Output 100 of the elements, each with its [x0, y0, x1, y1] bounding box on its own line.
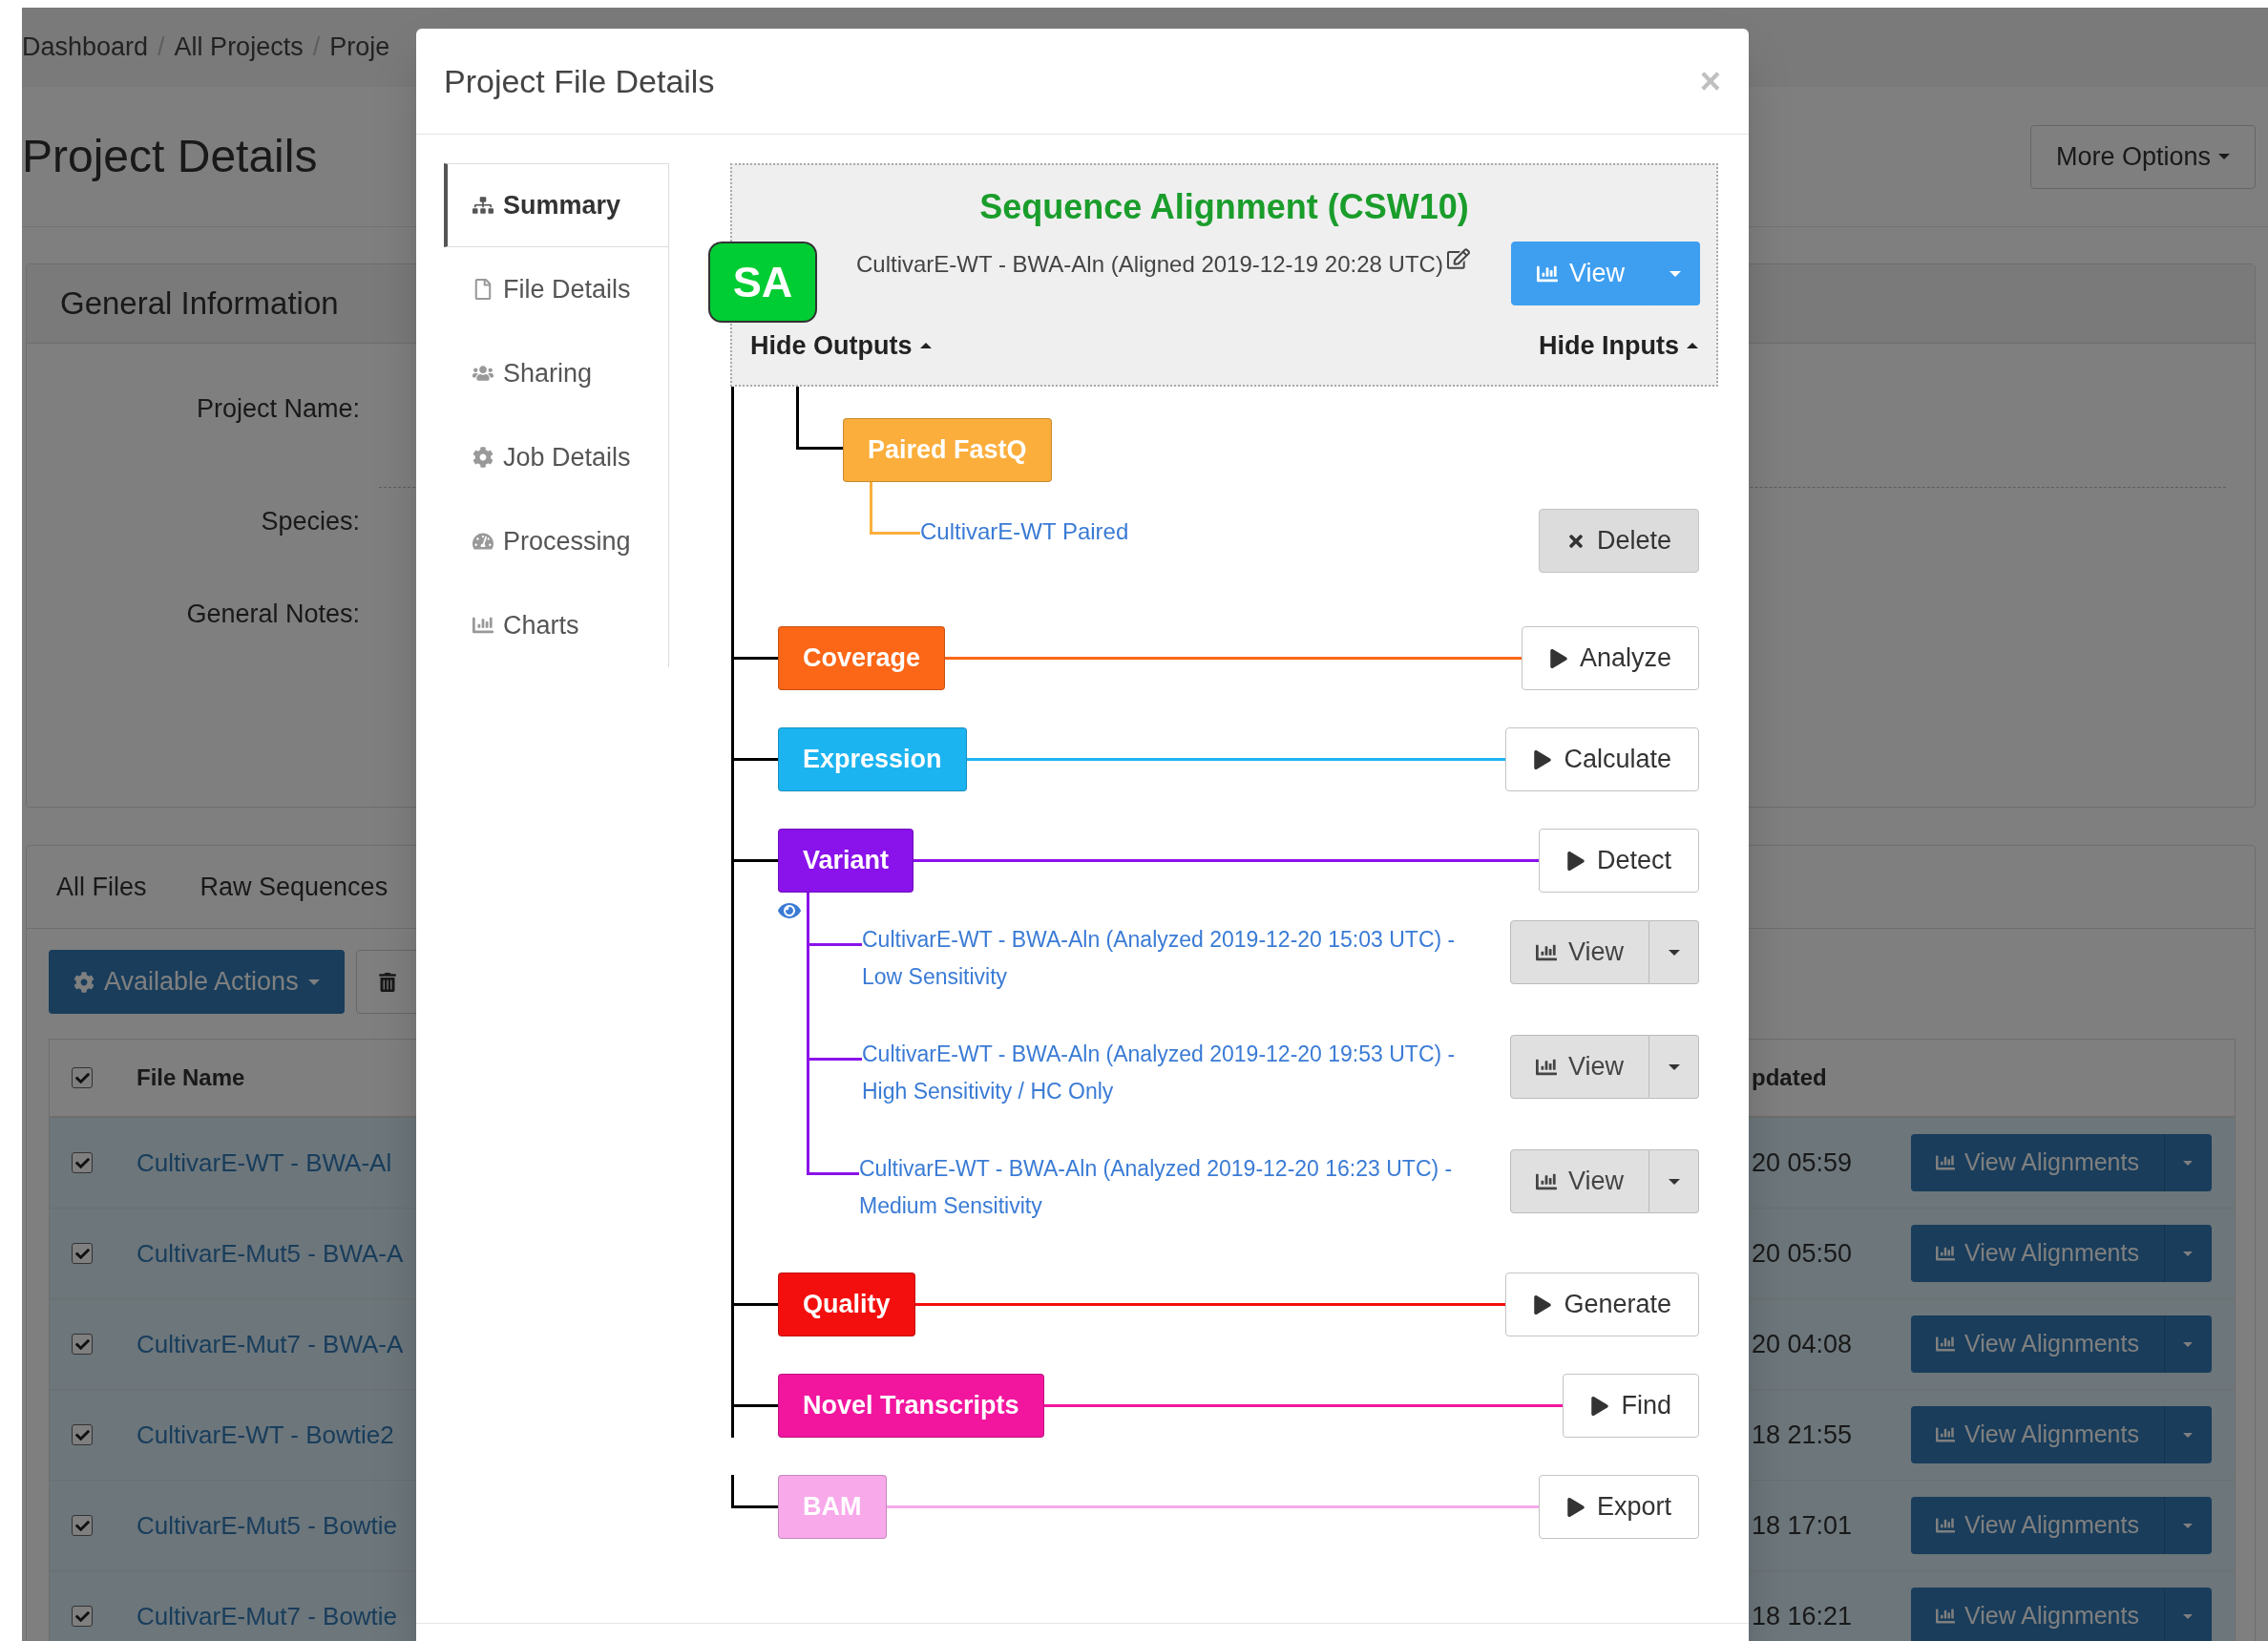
nav-tab[interactable]: Sharing	[444, 331, 668, 415]
hide-inputs-toggle[interactable]: Hide Inputs	[1539, 326, 1698, 366]
result-link[interactable]: CultivarE-WT - BWA-Aln (Analyzed 2019-12-20 16:23 UTC) - Medium Sensitivity	[859, 1150, 1470, 1225]
result-link[interactable]: CultivarE-WT - BWA-Aln (Analyzed 2019-12-20 19:53 UTC) - High Sensitivity / HC Only	[862, 1036, 1473, 1110]
file-link[interactable]: CultivarE-WT - Bowtie2	[136, 1420, 394, 1449]
bar-chart-icon	[1936, 1244, 1955, 1263]
nav-tab[interactable]: Job Details	[444, 415, 668, 499]
dropdown-toggle[interactable]	[2164, 1225, 2212, 1282]
view-alignments-button[interactable]: View Alignments	[1911, 1406, 2164, 1463]
node-label[interactable]: Expression	[778, 727, 967, 791]
dropdown-toggle[interactable]	[2164, 1497, 2212, 1554]
caret-icon	[1669, 270, 1681, 277]
checkmark-icon	[74, 1246, 90, 1261]
view-alignments-button[interactable]: View Alignments	[1911, 1134, 2164, 1191]
bar-chart-icon	[1936, 1335, 1955, 1354]
caret-icon	[2218, 154, 2230, 159]
file-title: Sequence Alignment (CSW10)	[978, 186, 1470, 228]
dropdown-toggle[interactable]	[2164, 1134, 2212, 1191]
breadcrumb-link[interactable]: Dashboard	[22, 28, 149, 67]
checkbox[interactable]	[72, 1152, 93, 1173]
checkbox[interactable]	[72, 1606, 93, 1627]
input-file-link[interactable]: CultivarE-WT Paired	[920, 516, 1129, 547]
checkbox[interactable]	[72, 1515, 93, 1536]
play-icon	[1548, 648, 1568, 668]
node-label[interactable]: Coverage	[778, 626, 946, 690]
hide-outputs-toggle[interactable]: Hide Outputs	[750, 326, 932, 366]
caret-icon	[1668, 1063, 1680, 1070]
run-button[interactable]: Analyze	[1521, 626, 1699, 690]
caret-icon	[919, 343, 932, 349]
dropdown-toggle[interactable]	[2164, 1406, 2212, 1463]
view-alignments-button[interactable]: View Alignments	[1911, 1588, 2164, 1641]
breadcrumb-link[interactable]: All Projects	[174, 28, 304, 67]
breadcrumb-separator: /	[158, 32, 165, 64]
node-label[interactable]: Variant	[778, 829, 914, 893]
file-type-badge: SA	[708, 242, 817, 323]
nav-tab[interactable]: Summary	[444, 163, 668, 247]
dropdown-toggle[interactable]	[1649, 1035, 1699, 1099]
nav-tab[interactable]: File Details	[444, 247, 668, 331]
view-button[interactable]: View	[1510, 242, 1650, 305]
field-label: Species:	[260, 506, 360, 537]
view-button[interactable]: View	[1509, 920, 1649, 984]
dropdown-toggle[interactable]	[1649, 1149, 1699, 1213]
column-header: pdated	[1752, 1064, 1827, 1090]
nav-tab[interactable]: Processing	[444, 499, 668, 583]
table-cell: 18 21:55	[1752, 1420, 1853, 1449]
checkmark-icon	[74, 1155, 90, 1170]
file-link[interactable]: CultivarE-WT - BWA-Al	[136, 1147, 392, 1177]
tree-connector	[870, 482, 920, 535]
settings-icon	[472, 447, 494, 468]
run-button[interactable]: Export	[1538, 1475, 1699, 1539]
file-link[interactable]: CultivarE-Mut7 - Bowtie	[136, 1601, 398, 1630]
table-cell: 20 05:59	[1752, 1147, 1853, 1177]
nav-tab[interactable]: Charts	[444, 583, 668, 667]
run-button[interactable]: Calculate	[1505, 727, 1699, 791]
checkbox[interactable]	[72, 1243, 93, 1264]
delete-button[interactable]: Delete	[1538, 509, 1699, 573]
actions-button[interactable]: Available Actions	[49, 950, 345, 1014]
run-button[interactable]: Detect	[1538, 829, 1699, 893]
file-link[interactable]: CultivarE-Mut5 - Bowtie	[136, 1510, 398, 1540]
caret-icon	[2183, 1613, 2194, 1619]
checkbox[interactable]	[72, 1067, 93, 1088]
dropdown-toggle[interactable]	[1650, 242, 1700, 305]
play-icon	[1565, 851, 1586, 871]
tree-connector	[734, 1404, 778, 1407]
field-label: Project Name:	[195, 393, 360, 425]
checkmark-icon	[74, 1427, 90, 1442]
breadcrumb-link[interactable]: Proje	[329, 28, 390, 67]
checkbox[interactable]	[72, 1424, 93, 1445]
node-label[interactable]: Novel Transcripts	[778, 1374, 1044, 1438]
view-alignments-button[interactable]: View Alignments	[1911, 1315, 2164, 1373]
dropdown-toggle[interactable]	[2164, 1315, 2212, 1373]
file-link[interactable]: CultivarE-Mut5 - BWA-A	[136, 1238, 404, 1268]
tab[interactable]: All Files	[30, 867, 174, 907]
run-button[interactable]: Generate	[1505, 1273, 1699, 1336]
dropdown-toggle[interactable]	[2164, 1588, 2212, 1641]
users-icon	[472, 363, 494, 384]
tree-connector	[734, 859, 778, 862]
bar-chart-icon	[1936, 1516, 1955, 1535]
caret-icon	[2183, 1251, 2194, 1256]
page-title: Project Details	[22, 130, 318, 183]
dropdown-toggle[interactable]	[1649, 920, 1699, 984]
view-button[interactable]: View	[1509, 1149, 1649, 1213]
checkmark-icon	[74, 1609, 90, 1624]
settings-icon	[74, 971, 94, 993]
tree-connector	[734, 1303, 778, 1306]
view-alignments-button[interactable]: View Alignments	[1911, 1497, 2164, 1554]
panel-title: General Information	[60, 284, 339, 324]
view-alignments-button[interactable]: View Alignments	[1911, 1225, 2164, 1282]
more-options-button[interactable]: More Options	[2029, 124, 2256, 189]
tab[interactable]: Raw Sequences	[173, 867, 415, 907]
node-label[interactable]: Quality	[778, 1273, 915, 1336]
view-button[interactable]: View	[1509, 1035, 1649, 1099]
result-link[interactable]: CultivarE-WT - BWA-Aln (Analyzed 2019-12-20 15:03 UTC) - Low Sensitivity	[862, 921, 1473, 996]
file-link[interactable]: CultivarE-Mut7 - BWA-A	[136, 1329, 404, 1358]
edit-icon[interactable]	[1446, 247, 1470, 270]
run-button[interactable]: Find	[1563, 1374, 1699, 1438]
checkbox[interactable]	[72, 1334, 93, 1355]
file-icon	[472, 279, 494, 300]
caret-icon	[307, 978, 320, 985]
delete-button[interactable]	[355, 950, 419, 1014]
